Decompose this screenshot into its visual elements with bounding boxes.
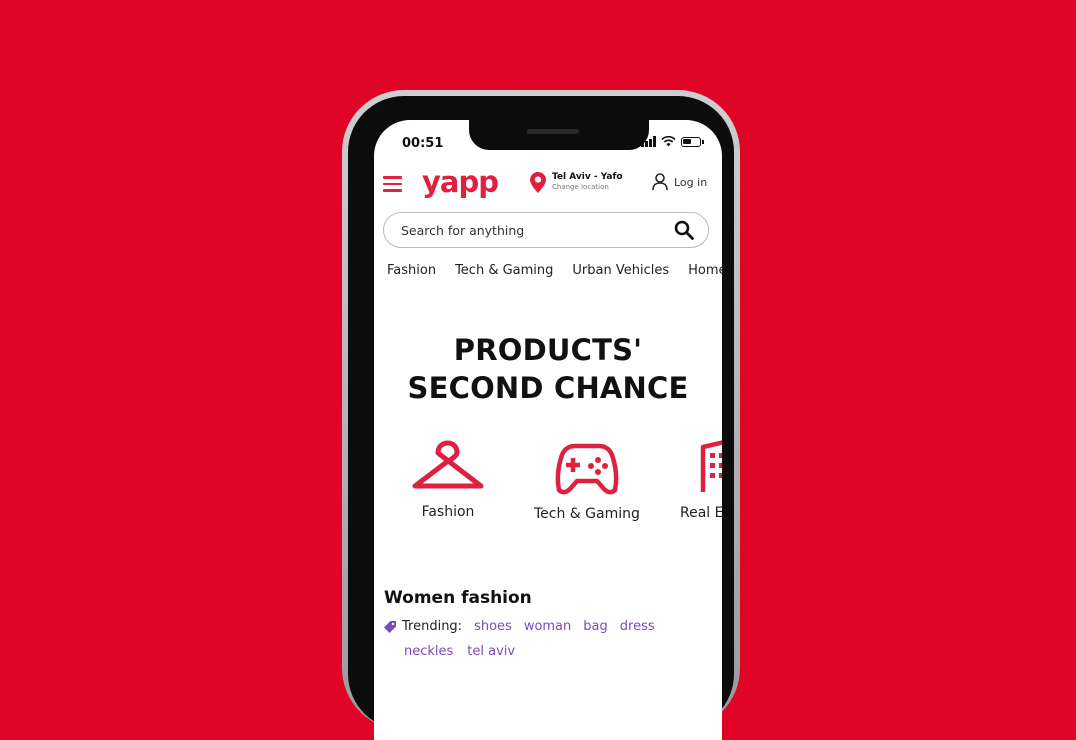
menu-icon[interactable] xyxy=(383,176,402,192)
phone-screen: 00:51 yapp Tel Aviv - Yafo Change locati… xyxy=(374,120,722,740)
location-pin-icon xyxy=(530,172,546,193)
tag-icon xyxy=(384,620,396,633)
tile-real-estate[interactable]: Real Estate xyxy=(680,437,722,521)
tile-real-estate-label: Real Estate xyxy=(680,505,722,521)
gamepad-icon xyxy=(555,443,619,495)
nav-home[interactable]: Home xyxy=(688,263,722,278)
login-label: Log in xyxy=(674,175,708,189)
tile-tech-gaming[interactable]: Tech & Gaming xyxy=(534,438,640,522)
hero-title: PRODUCTS' SECOND CHANCE xyxy=(374,331,722,407)
trending-label: Trending: xyxy=(402,619,463,634)
yapp-logo[interactable]: yapp xyxy=(422,165,499,199)
change-location-link[interactable]: Change location xyxy=(552,183,623,191)
battery-cap xyxy=(702,139,704,144)
login-button[interactable]: Log in xyxy=(652,173,707,191)
status-time: 00:51 xyxy=(402,136,444,151)
search-input[interactable] xyxy=(401,222,674,238)
app-header: yapp Tel Aviv - Yafo Change location Log… xyxy=(374,160,722,208)
category-nav: Fashion Tech & Gaming Urban Vehicles Hom… xyxy=(387,263,722,278)
nav-urban-vehicles[interactable]: Urban Vehicles xyxy=(572,263,669,278)
speaker xyxy=(527,129,579,134)
nav-fashion[interactable]: Fashion xyxy=(387,263,436,278)
trending-tag-dress[interactable]: dress xyxy=(620,619,655,634)
tile-tech-gaming-label: Tech & Gaming xyxy=(534,506,640,522)
tile-fashion[interactable]: Fashion xyxy=(412,438,484,520)
status-icons xyxy=(641,136,704,147)
trending-tag-tel-aviv[interactable]: tel aviv xyxy=(467,644,515,659)
search-icon[interactable] xyxy=(674,220,694,240)
tile-fashion-label: Fashion xyxy=(421,504,475,520)
trending-row: Trending: shoes woman bag dress xyxy=(384,619,655,634)
location-selector[interactable]: Tel Aviv - Yafo Change location xyxy=(530,172,623,193)
phone-notch xyxy=(469,120,649,150)
battery-icon xyxy=(681,136,701,147)
location-city: Tel Aviv - Yafo xyxy=(552,172,623,182)
phone-frame: 00:51 yapp Tel Aviv - Yafo Change locati… xyxy=(342,90,740,740)
trending-tag-woman[interactable]: woman xyxy=(524,619,571,634)
trending-tag-neckles[interactable]: neckles xyxy=(404,644,453,659)
building-icon xyxy=(701,440,722,492)
hero-line-1: PRODUCTS' xyxy=(453,333,643,367)
search-bar[interactable] xyxy=(383,212,709,248)
trending-tag-shoes[interactable]: shoes xyxy=(474,619,512,634)
section-title: Women fashion xyxy=(384,588,532,608)
hero-line-2: SECOND CHANCE xyxy=(407,371,689,405)
hanger-icon xyxy=(412,440,484,489)
user-icon xyxy=(652,173,668,191)
phone-bezel: 00:51 yapp Tel Aviv - Yafo Change locati… xyxy=(348,96,734,740)
nav-tech-gaming[interactable]: Tech & Gaming xyxy=(455,263,553,278)
wifi-icon xyxy=(661,136,676,147)
trending-row-2: neckles tel aviv xyxy=(404,644,515,659)
trending-tag-bag[interactable]: bag xyxy=(583,619,607,634)
